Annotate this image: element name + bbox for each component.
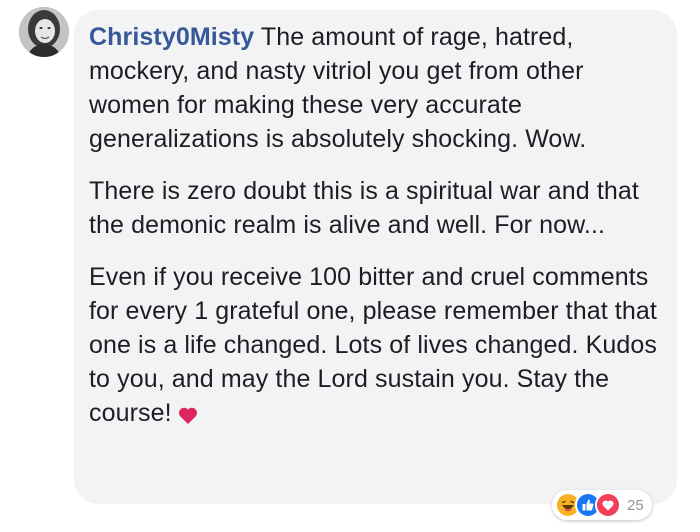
comment-text-2: There is zero doubt this is a spiritual …: [89, 177, 639, 239]
profile-photo: [19, 7, 69, 57]
reactions-summary[interactable]: 25: [552, 490, 652, 520]
comment-paragraph-2: There is zero doubt this is a spiritual …: [89, 174, 659, 242]
comment-author-link[interactable]: Christy0Misty: [89, 23, 254, 51]
comment-paragraph-1: Christy0Misty The amount of rage, hatred…: [89, 20, 659, 156]
love-icon: [595, 492, 621, 518]
reaction-count: 25: [627, 496, 644, 514]
comment-text-3: Even if you receive 100 bitter and cruel…: [89, 263, 657, 427]
heart-icon: [178, 400, 198, 434]
avatar[interactable]: [19, 7, 69, 57]
comment-paragraph-3: Even if you receive 100 bitter and cruel…: [89, 260, 659, 434]
comment-bubble: Christy0Misty The amount of rage, hatred…: [74, 10, 677, 504]
